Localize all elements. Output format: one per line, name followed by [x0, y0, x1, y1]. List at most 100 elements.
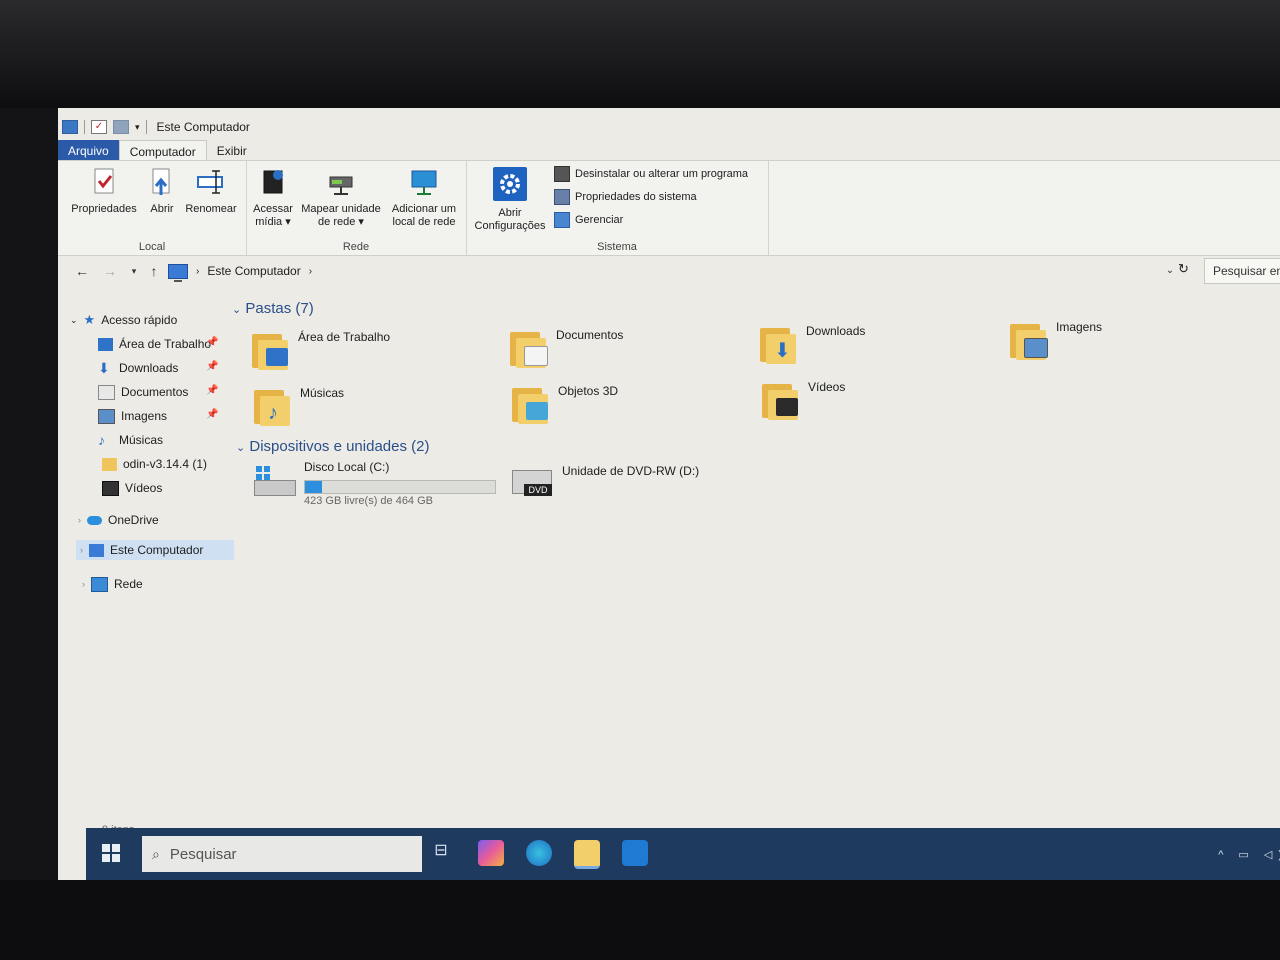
section-pastas[interactable]: ⌄ Pastas (7)	[232, 300, 314, 317]
map-network-drive-button[interactable]: Mapear unidade de rede ▾	[296, 167, 386, 229]
group-label-sistema: Sistema	[597, 241, 637, 253]
nav-rede[interactable]: › Rede	[82, 574, 143, 594]
drive-c-space: 423 GB livre(s) de 464 GB	[304, 495, 434, 507]
uninstall-program-button[interactable]: Desinstalar ou alterar um programa	[554, 165, 748, 183]
windows-logo-icon	[256, 466, 270, 480]
group-label-rede: Rede	[342, 241, 370, 253]
rename-icon	[196, 167, 226, 197]
open-icon	[147, 167, 177, 197]
expand-chevron-icon[interactable]: ›	[78, 515, 81, 525]
up-arrow-icon[interactable]: ↑	[146, 262, 162, 280]
window-title: Este Computador	[156, 120, 250, 134]
folder-icon	[512, 384, 550, 424]
customize-quick-access-chevron-icon[interactable]: ▾	[135, 122, 140, 133]
properties-quick-button[interactable]: ✓	[91, 120, 107, 134]
breadcrumb-separator-icon: ›	[308, 265, 313, 277]
address-row: ← → ▾ ↑ › Este Computador › ⌄ ↻ Pesquisa…	[58, 258, 1280, 284]
nav-imagens[interactable]: Imagens	[98, 406, 167, 426]
expand-chevron-icon[interactable]: ⌄	[70, 315, 78, 326]
tab-arquivo[interactable]: Arquivo	[58, 140, 119, 162]
collapse-chevron-icon[interactable]: ⌄	[232, 304, 241, 316]
system-tray-icons[interactable]: ^ ▭ ◁)	[1218, 848, 1280, 861]
drive-d[interactable]: DVD Unidade de DVD-RW (D:)	[510, 464, 699, 502]
nav-area-de-trabalho[interactable]: Área de Trabalho	[98, 334, 211, 354]
back-arrow-icon[interactable]: ←	[74, 262, 90, 280]
open-button[interactable]: Abrir	[142, 167, 182, 216]
network-drive-icon	[326, 167, 356, 197]
pictures-icon	[98, 408, 115, 424]
computer-icon	[89, 543, 104, 557]
nav-downloads[interactable]: ⬇ Downloads	[98, 358, 178, 378]
section-dispositivos[interactable]: ⌄ Dispositivos e unidades (2)	[236, 438, 429, 455]
search-input[interactable]: Pesquisar em	[1204, 258, 1280, 284]
address-bar[interactable]: › Este Computador ›	[168, 260, 1178, 282]
tab-exibir[interactable]: Exibir	[207, 140, 257, 162]
rename-button[interactable]: Renomear	[182, 167, 240, 216]
folder-imagens[interactable]: Imagens	[1010, 320, 1102, 360]
windows-start-icon[interactable]	[102, 844, 120, 862]
taskbar: ⌕ Pesquisar ⊟ ^ ▭ ◁)	[86, 828, 1280, 880]
cloud-icon	[87, 515, 102, 525]
properties-icon	[89, 167, 119, 197]
nav-acesso-rapido[interactable]: ⌄ ★ Acesso rápido	[70, 310, 177, 330]
nav-onedrive[interactable]: › OneDrive	[78, 510, 159, 530]
taskbar-search-input[interactable]: ⌕ Pesquisar	[142, 836, 422, 872]
explorer-window: ✓ ▾ Este Computador Arquivo Computador E…	[58, 108, 1280, 880]
manage-button[interactable]: Gerenciar	[554, 211, 623, 229]
document-icon	[98, 384, 115, 400]
folder-objetos-3d[interactable]: Objetos 3D	[512, 384, 618, 424]
breadcrumb-este-computador[interactable]: Este Computador	[207, 264, 300, 278]
folder-icon	[252, 330, 290, 370]
ribbon-tabs: Arquivo Computador Exibir	[58, 140, 257, 163]
folder-icon	[102, 457, 117, 471]
forward-arrow-icon[interactable]: →	[102, 262, 118, 280]
drive-c-usage-bar	[304, 480, 496, 494]
folder-icon: ♪	[254, 386, 292, 426]
expand-chevron-icon[interactable]: ›	[82, 579, 85, 589]
expand-chevron-icon[interactable]: ›	[80, 545, 83, 555]
copilot-icon[interactable]	[478, 840, 504, 866]
ribbon: Propriedades Abrir Renomear Local Acessa…	[58, 160, 1280, 256]
system-properties-button[interactable]: Propriedades do sistema	[554, 188, 697, 206]
nav-odin-folder[interactable]: odin-v3.14.4 (1)	[102, 454, 207, 474]
recent-locations-chevron-icon[interactable]: ▾	[126, 262, 142, 280]
task-view-icon[interactable]: ⊟	[428, 840, 454, 866]
drive-c-usage-fill	[305, 481, 322, 493]
nav-videos[interactable]: Vídeos	[102, 478, 162, 498]
folder-downloads[interactable]: ⬇ Downloads	[760, 324, 865, 364]
refresh-icon[interactable]: ↻	[1178, 261, 1189, 277]
music-note-icon: ♪	[98, 431, 105, 448]
collapse-chevron-icon[interactable]: ⌄	[236, 442, 245, 454]
nav-musicas[interactable]: ♪ Músicas	[98, 430, 163, 450]
properties-button[interactable]: Propriedades	[66, 167, 142, 216]
folder-icon: ⬇	[760, 324, 798, 364]
ribbon-group-rede: Acessar mídia ▾ Mapear unidade de rede ▾…	[246, 161, 467, 255]
nav-documentos[interactable]: Documentos	[98, 382, 188, 402]
edge-icon[interactable]	[526, 840, 552, 866]
manage-icon	[554, 212, 570, 228]
navigation-pane: ⌄ ★ Acesso rápido Área de Trabalho 📌 ⬇ D…	[58, 304, 238, 624]
folder-documentos[interactable]: Documentos	[510, 328, 623, 368]
dvd-drive-icon: DVD	[510, 464, 554, 502]
uninstall-icon	[554, 166, 570, 182]
media-icon	[258, 167, 288, 197]
folder-area-de-trabalho[interactable]: Área de Trabalho	[252, 330, 390, 370]
ribbon-group-sistema: Abrir Configurações Desinstalar ou alter…	[466, 161, 769, 255]
new-folder-quick-button[interactable]	[113, 120, 129, 134]
access-media-button[interactable]: Acessar mídia ▾	[250, 167, 296, 229]
network-location-icon	[409, 167, 439, 197]
star-icon: ★	[83, 312, 96, 327]
pin-icon: 📌	[206, 337, 219, 348]
outlook-icon[interactable]	[622, 840, 648, 866]
folder-musicas[interactable]: ♪ Músicas	[254, 386, 344, 426]
open-settings-button[interactable]: Abrir Configurações	[470, 167, 550, 233]
folder-videos[interactable]: Vídeos	[762, 380, 845, 420]
monitor-bezel-top	[0, 0, 1280, 108]
address-dropdown-chevron-icon[interactable]: ⌄	[1162, 262, 1178, 280]
download-arrow-icon: ⬇	[98, 359, 110, 376]
monitor-bezel-bottom	[0, 880, 1280, 960]
folder-icon	[510, 328, 548, 368]
file-explorer-icon[interactable]	[574, 840, 600, 869]
nav-este-computador[interactable]: › Este Computador	[76, 540, 234, 560]
add-network-location-button[interactable]: Adicionar um local de rede	[386, 167, 462, 229]
